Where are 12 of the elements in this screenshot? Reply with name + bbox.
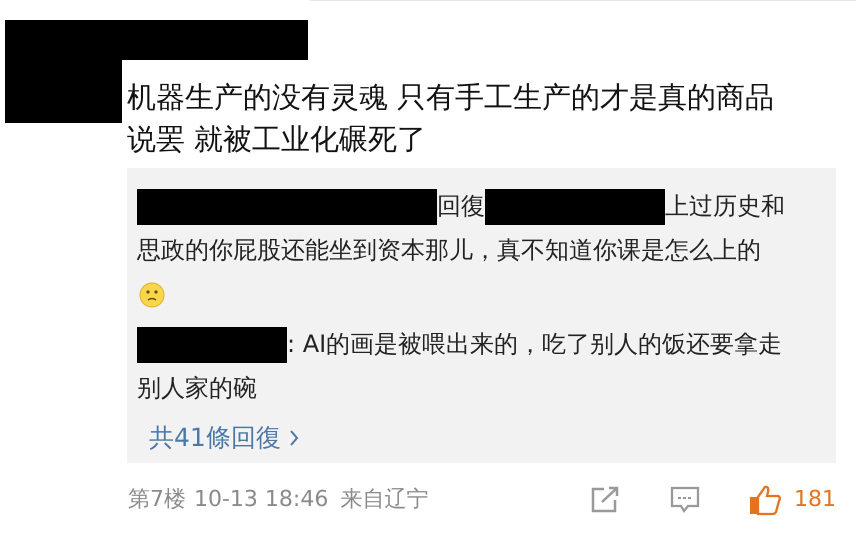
like-count: 181 [794,486,836,514]
floor-number: 第7楼 [128,486,186,514]
comment-text: 机器生产的没有灵魂 只有手工生产的才是真的商品说罢 就被工业化碾死了 [127,79,776,158]
comment-icon[interactable] [670,486,700,514]
reply-text: : AI的画是被喂出来的，吃了别人的饭还要拿走别人家的碗 [137,322,787,410]
thumbs-up-icon[interactable] [748,484,782,516]
post-location: 来自辽宁 [340,486,428,514]
more-replies-link[interactable]: 共41條回復 [137,416,836,460]
post-time: 10-13 18:46 [194,486,328,514]
reply-text: 回復 上过历史和思政的你屁股还能坐到资本那儿，真不知道你课是怎么上的 [137,184,787,316]
chevron-right-icon [288,429,299,447]
share-icon[interactable] [590,486,620,514]
